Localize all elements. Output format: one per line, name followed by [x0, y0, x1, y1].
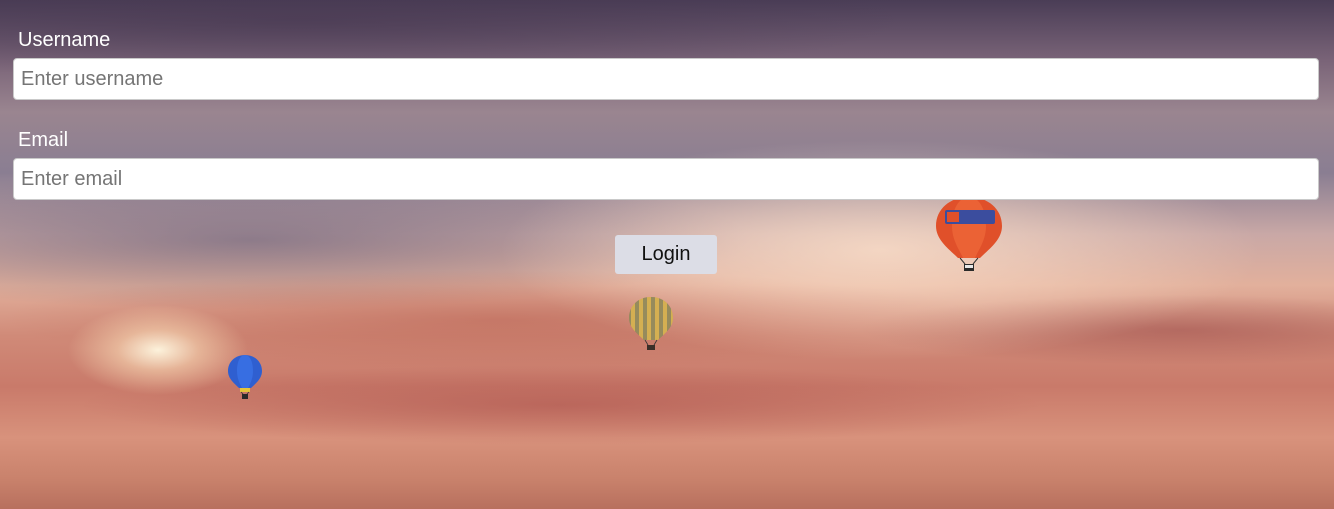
- username-input[interactable]: [13, 58, 1319, 100]
- hot-air-balloon-yellow: [629, 297, 673, 350]
- email-input[interactable]: [13, 158, 1319, 200]
- email-label: Email: [18, 129, 69, 151]
- hot-air-balloon-red: [936, 197, 1002, 271]
- username-label: Username: [18, 29, 111, 51]
- login-button[interactable]: Login: [615, 235, 717, 274]
- hot-air-balloon-blue: [228, 355, 262, 399]
